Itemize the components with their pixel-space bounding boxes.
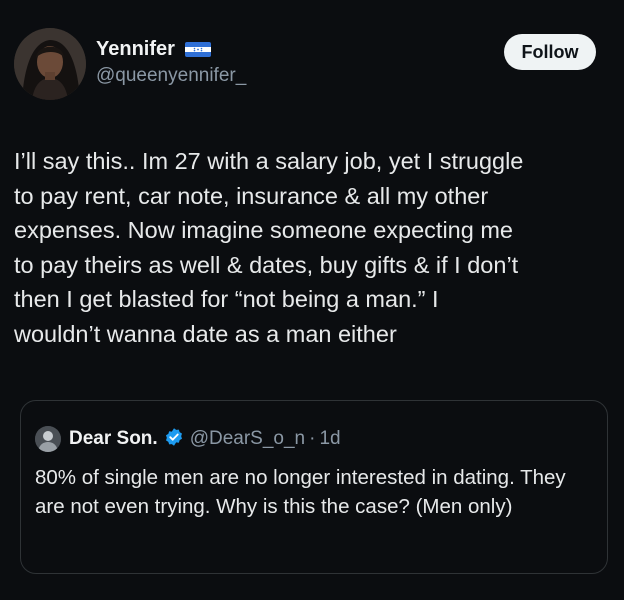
author-avatar[interactable] xyxy=(14,28,86,100)
tweet-header: Yennifer @queenyennifer_ Follow xyxy=(14,28,610,104)
honduras-flag-icon xyxy=(185,42,212,57)
quoted-timestamp[interactable]: 1d xyxy=(319,428,340,450)
quoted-display-name[interactable]: Dear Son. xyxy=(69,428,158,450)
author-name-block: Yennifer @queenyennifer_ xyxy=(96,38,246,87)
time-separator: · xyxy=(309,428,316,449)
follow-button[interactable]: Follow xyxy=(504,34,596,70)
quoted-handle[interactable]: @DearS_o_n xyxy=(190,428,305,450)
quoted-tweet-header: Dear Son. @DearS_o_n · 1d xyxy=(35,425,341,453)
quoted-author-avatar[interactable] xyxy=(35,426,61,452)
verified-badge-icon xyxy=(164,427,190,452)
author-display-name[interactable]: Yennifer xyxy=(96,38,175,61)
author-handle[interactable]: @queenyennifer_ xyxy=(96,65,246,87)
tweet-body: I’ll say this.. Im 27 with a salary job,… xyxy=(14,148,524,347)
quoted-tweet[interactable]: Dear Son. @DearS_o_n · 1d 80% of single … xyxy=(20,400,608,574)
quoted-tweet-body: 80% of single men are no longer interest… xyxy=(35,466,566,518)
